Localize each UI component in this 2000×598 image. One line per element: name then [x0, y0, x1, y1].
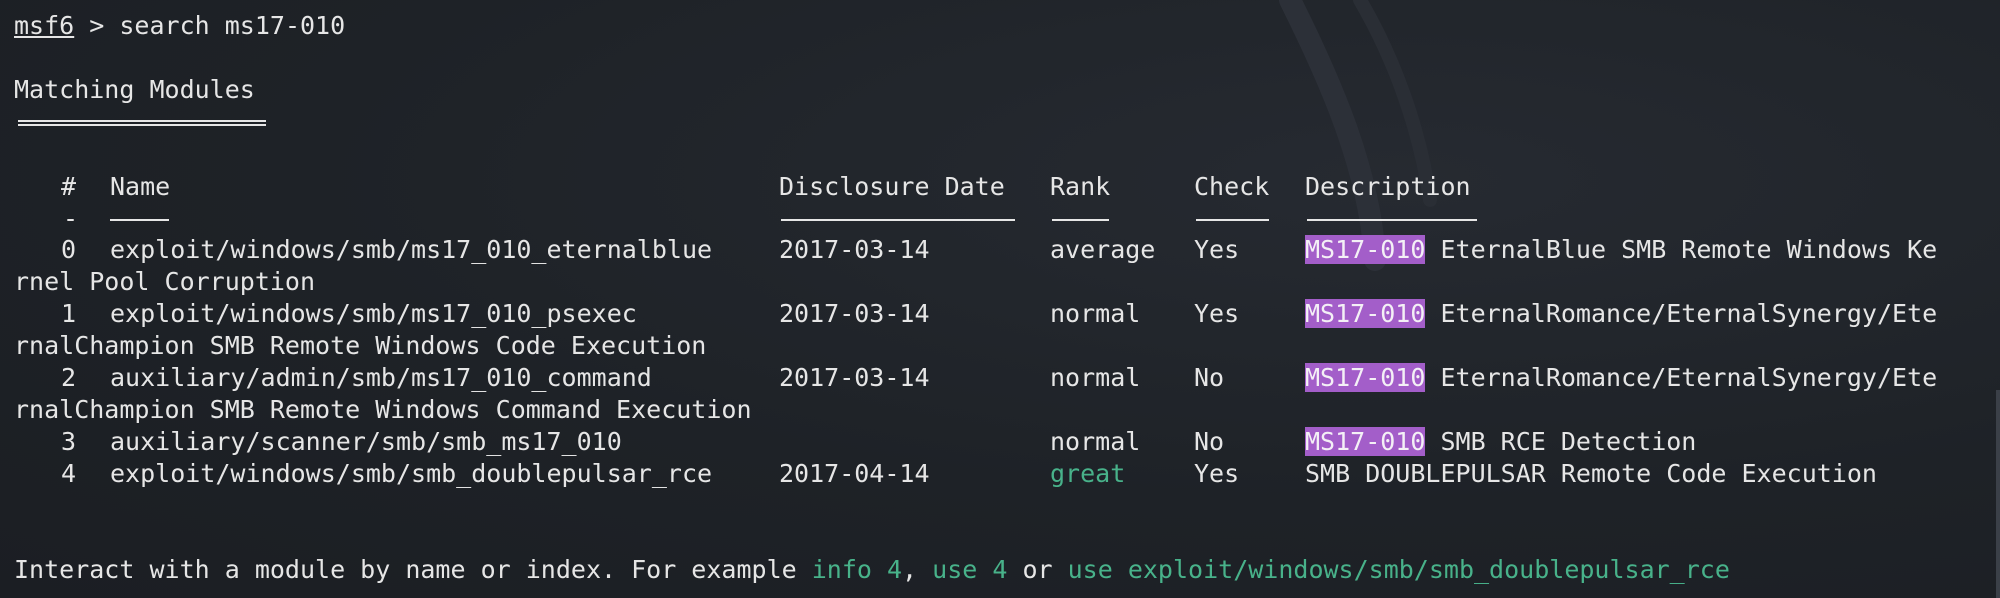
row-num: 0: [61, 235, 77, 264]
row-description-wrap: rnel Pool Corruption: [14, 267, 316, 296]
row-name: auxiliary/scanner/smb/smb_ms17_010: [110, 427, 622, 456]
header-num: #: [61, 172, 77, 201]
row-check: No: [1194, 363, 1225, 392]
row-num: 2: [61, 363, 77, 392]
row-rank: average: [1050, 235, 1156, 264]
header-disclosure-date: Disclosure Date: [779, 172, 1005, 201]
row-description: MS17-010 SMB RCE Detection: [1305, 426, 1696, 458]
header-check-underline: [1196, 219, 1269, 221]
ms17-010-highlight: MS17-010: [1305, 363, 1426, 392]
row-name: exploit/windows/smb/ms17_010_eternalblue: [110, 235, 713, 264]
prompt-command: search ms17-010: [119, 11, 346, 40]
prompt-line: msf6 > search ms17-010: [14, 10, 345, 42]
row-date: 2017-03-14: [779, 363, 930, 392]
scrollbar[interactable]: [1996, 390, 2000, 598]
section-title-underline: [18, 120, 266, 126]
row-check: Yes: [1194, 459, 1240, 488]
example-command-use-name: use exploit/windows/smb/smb_doublepulsar…: [1067, 555, 1730, 584]
row-description-text: EternalBlue SMB Remote Windows Ke: [1425, 235, 1938, 264]
header-check: Check: [1194, 172, 1270, 201]
usage-hint: Interact with a module by name or index.…: [14, 554, 1730, 586]
row-name: auxiliary/admin/smb/ms17_010_command: [110, 363, 652, 392]
row-rank: great: [1050, 459, 1126, 488]
row-num: 4: [61, 459, 77, 488]
header-rank: Rank: [1050, 172, 1111, 201]
usage-hint-sep2: or: [1007, 555, 1068, 584]
prompt-host: msf6: [14, 11, 75, 40]
row-rank: normal: [1050, 427, 1141, 456]
row-check: Yes: [1194, 235, 1240, 264]
terminal-window[interactable]: msf6 > search ms17-010 Matching Modules …: [0, 0, 2000, 598]
header-name-underline: [110, 219, 169, 221]
ms17-010-highlight: MS17-010: [1305, 299, 1426, 328]
row-num: 3: [61, 427, 77, 456]
header-description: Description: [1305, 172, 1471, 201]
usage-hint-text: Interact with a module by name or index.…: [14, 555, 812, 584]
row-description-text: EternalRomance/EternalSynergy/Ete: [1425, 299, 1938, 328]
example-command-use-index: use 4: [932, 555, 1008, 584]
row-check: No: [1194, 427, 1225, 456]
row-rank: normal: [1050, 363, 1141, 392]
row-num: 1: [61, 299, 77, 328]
row-description-wrap: rnalChampion SMB Remote Windows Command …: [14, 395, 752, 424]
row-description-text: EternalRomance/EternalSynergy/Ete: [1425, 363, 1938, 392]
header-description-underline: [1307, 219, 1477, 221]
row-description-wrap: rnalChampion SMB Remote Windows Code Exe…: [14, 331, 707, 360]
header-date-underline: [781, 219, 1015, 221]
ms17-010-highlight: MS17-010: [1305, 427, 1426, 456]
row-date: 2017-03-14: [779, 299, 930, 328]
header-rank-underline: [1052, 219, 1109, 221]
ms17-010-highlight: MS17-010: [1305, 235, 1426, 264]
section-title: Matching Modules: [14, 75, 255, 104]
row-description: MS17-010 EternalRomance/EternalSynergy/E…: [1305, 362, 1937, 394]
row-check: Yes: [1194, 299, 1240, 328]
row-name: exploit/windows/smb/ms17_010_psexec: [110, 299, 637, 328]
row-description: SMB DOUBLEPULSAR Remote Code Execution: [1305, 459, 1877, 488]
row-description: MS17-010 EternalBlue SMB Remote Windows …: [1305, 234, 1937, 266]
header-num-underline: -: [63, 204, 79, 233]
usage-hint-sep1: ,: [902, 555, 933, 584]
row-description-text: SMB RCE Detection: [1425, 427, 1697, 456]
prompt-separator: >: [74, 11, 120, 40]
row-description: MS17-010 EternalRomance/EternalSynergy/E…: [1305, 298, 1937, 330]
row-date: 2017-04-14: [779, 459, 930, 488]
row-date: 2017-03-14: [779, 235, 930, 264]
row-name: exploit/windows/smb/smb_doublepulsar_rce: [110, 459, 713, 488]
example-command-info: info 4: [811, 555, 903, 584]
row-rank: normal: [1050, 299, 1141, 328]
header-name: Name: [110, 172, 171, 201]
